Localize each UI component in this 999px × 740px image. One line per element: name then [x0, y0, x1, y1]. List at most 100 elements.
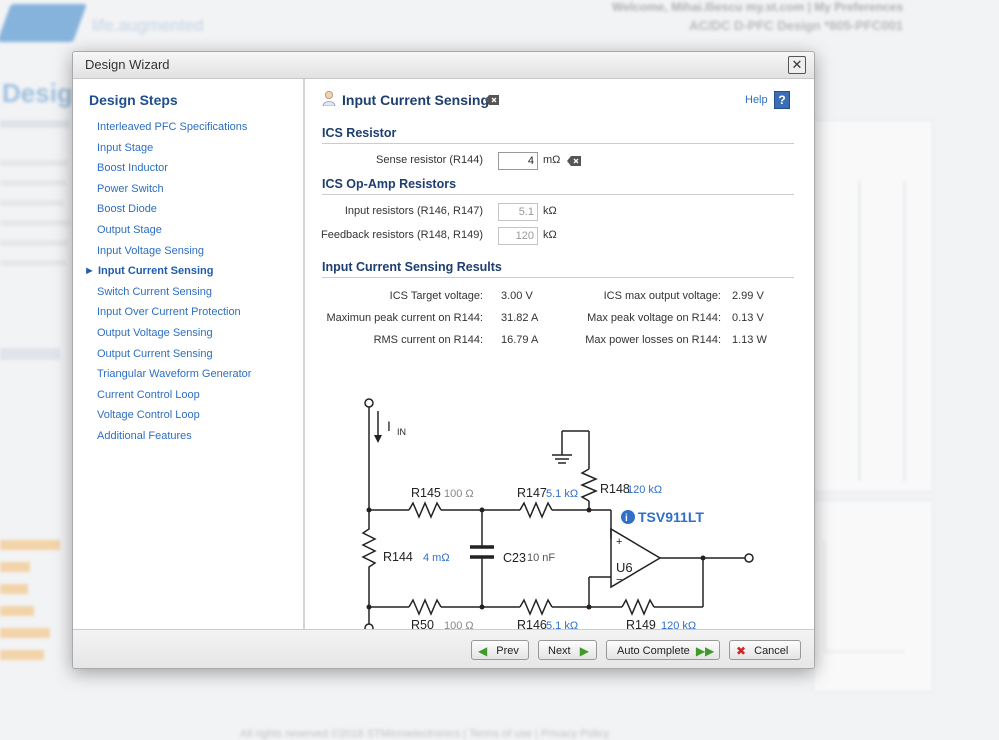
- divider: [322, 277, 794, 278]
- background-side-panel: [0, 110, 72, 440]
- result-label: Max peak voltage on R144:: [587, 312, 721, 324]
- arrow-left-icon: ◀: [478, 644, 488, 659]
- iin-sub: IN: [397, 427, 406, 437]
- background-footer: All rights reserved ©2018 STMicroelectro…: [240, 728, 610, 740]
- step-output-current-sensing[interactable]: Output Current Sensing: [97, 344, 251, 365]
- help-link[interactable]: Help: [745, 94, 768, 106]
- result-label: ICS max output voltage:: [603, 290, 721, 302]
- opamp-part-link[interactable]: TSV911LT: [638, 509, 704, 525]
- fast-forward-icon: ▶▶: [695, 644, 715, 659]
- auto-complete-button[interactable]: Auto Complete ▶▶: [606, 640, 720, 660]
- result-value: 31.82 A: [501, 312, 539, 324]
- clear-icon[interactable]: [567, 156, 581, 166]
- step-current-control-loop[interactable]: Current Control Loop: [97, 385, 251, 406]
- close-icon: ✕: [791, 57, 803, 72]
- r149-label: R149: [626, 618, 656, 629]
- clear-icon[interactable]: [485, 95, 499, 105]
- feedback-resistors-field[interactable]: 120: [498, 227, 538, 245]
- r146-value: 5.1 kΩ: [546, 620, 578, 629]
- user-icon: [322, 91, 336, 106]
- prev-button[interactable]: ◀ Prev: [471, 640, 529, 660]
- svg-text:i: i: [625, 513, 628, 524]
- sense-resistor-unit: mΩ: [543, 154, 561, 166]
- sense-resistor-label: Sense resistor (R144): [376, 154, 483, 166]
- step-triangular-waveform-generator[interactable]: Triangular Waveform Generator: [97, 364, 251, 385]
- result-value: 2.99 V: [732, 290, 764, 302]
- c23-value: 10 nF: [527, 552, 555, 564]
- cancel-icon: ✖: [736, 644, 747, 659]
- r146-label: R146: [517, 618, 547, 629]
- background-losses-panel: [0, 500, 72, 690]
- step-interleaved-pfc-specifications[interactable]: Interleaved PFC Specifications: [97, 117, 251, 138]
- st-logo: [0, 4, 87, 42]
- step-input-current-sensing[interactable]: ► Input Current Sensing: [84, 261, 251, 282]
- result-label: RMS current on R144:: [373, 334, 483, 346]
- result-label: ICS Target voltage:: [389, 290, 483, 302]
- r147-label: R147: [517, 486, 547, 500]
- prev-label: Prev: [496, 645, 519, 657]
- info-icon[interactable]: [621, 510, 635, 524]
- r144-value: 4 mΩ: [423, 552, 450, 564]
- design-wizard-dialog: Design Wizard ✕ Design Steps Interleaved…: [72, 51, 815, 669]
- iin-label: I: [387, 418, 391, 434]
- page-title: Input Current Sensing: [342, 92, 489, 108]
- r50-value: 100 Ω: [444, 620, 474, 629]
- input-resistors-field[interactable]: 5.1: [498, 203, 538, 221]
- step-voltage-control-loop[interactable]: Voltage Control Loop: [97, 405, 251, 426]
- step-output-stage[interactable]: Output Stage: [97, 220, 251, 241]
- close-button[interactable]: ✕: [788, 56, 806, 74]
- help-icon[interactable]: ?: [774, 91, 790, 109]
- r147-value: 5.1 kΩ: [546, 488, 578, 500]
- divider: [322, 194, 794, 195]
- step-boost-diode[interactable]: Boost Diode: [97, 199, 251, 220]
- step-content-panel: Input Current Sensing Help ? ICS Resisto…: [305, 79, 814, 629]
- feedback-resistors-label: Feedback resistors (R148, R149): [320, 229, 483, 241]
- step-output-voltage-sensing[interactable]: Output Voltage Sensing: [97, 323, 251, 344]
- r50-label: R50: [411, 618, 434, 629]
- input-resistors-unit: kΩ: [543, 205, 557, 217]
- ics-schematic: I IN R145 R147 R148 R144 C23 R50 R146 R1…: [361, 398, 754, 629]
- background-chart-panel: [813, 500, 933, 692]
- next-label: Next: [548, 645, 571, 657]
- r145-label: R145: [411, 486, 441, 500]
- dialog-title: Design Wizard: [85, 57, 170, 72]
- divider: [322, 143, 794, 144]
- step-input-over-current-protection[interactable]: Input Over Current Protection: [97, 302, 251, 323]
- r148-label: R148: [600, 482, 630, 496]
- design-steps-list: Interleaved PFC Specifications Input Sta…: [84, 117, 251, 447]
- background-title: Desig: [2, 78, 73, 108]
- sense-resistor-input[interactable]: 4: [498, 152, 538, 170]
- opamp-resistors-heading: ICS Op-Amp Resistors: [322, 177, 457, 191]
- result-label: Max power losses on R144:: [585, 334, 721, 346]
- result-label: Maximun peak current on R144:: [326, 312, 483, 324]
- step-boost-inductor[interactable]: Boost Inductor: [97, 158, 251, 179]
- step-additional-features[interactable]: Additional Features: [97, 426, 251, 447]
- step-power-switch[interactable]: Power Switch: [97, 179, 251, 200]
- r144-label: R144: [383, 550, 413, 564]
- arrow-right-icon: ▶: [579, 644, 589, 659]
- cancel-button[interactable]: ✖ Cancel: [729, 640, 801, 660]
- result-value: 3.00 V: [501, 290, 533, 302]
- step-input-stage[interactable]: Input Stage: [97, 138, 251, 159]
- next-button[interactable]: Next ▶: [538, 640, 597, 660]
- opamp-minus: −: [616, 574, 622, 586]
- u6-label: U6: [616, 560, 633, 575]
- results-heading: Input Current Sensing Results: [322, 260, 502, 274]
- design-id: AC/DC D-PFC Design *805-PFC001: [689, 18, 903, 33]
- c23-label: C23: [503, 551, 526, 565]
- opamp-plus: +: [616, 536, 622, 548]
- ics-resistor-heading: ICS Resistor: [322, 126, 397, 140]
- r148-value: 120 kΩ: [627, 484, 662, 496]
- tagline: life.augmented: [92, 16, 204, 35]
- r149-value: 120 kΩ: [661, 620, 696, 629]
- welcome-text: Welcome, Mihai.Iliescu my.st.com | My Pr…: [611, 0, 903, 14]
- result-value: 1.13 W: [732, 334, 767, 346]
- auto-complete-label: Auto Complete: [617, 645, 690, 657]
- result-value: 16.79 A: [501, 334, 539, 346]
- background-schematic-panel: [813, 120, 933, 492]
- feedback-resistors-unit: kΩ: [543, 229, 557, 241]
- step-switch-current-sensing[interactable]: Switch Current Sensing: [97, 282, 251, 303]
- step-input-voltage-sensing[interactable]: Input Voltage Sensing: [97, 241, 251, 262]
- r145-value: 100 Ω: [444, 488, 474, 500]
- design-steps-panel: Design Steps Interleaved PFC Specificati…: [73, 79, 305, 629]
